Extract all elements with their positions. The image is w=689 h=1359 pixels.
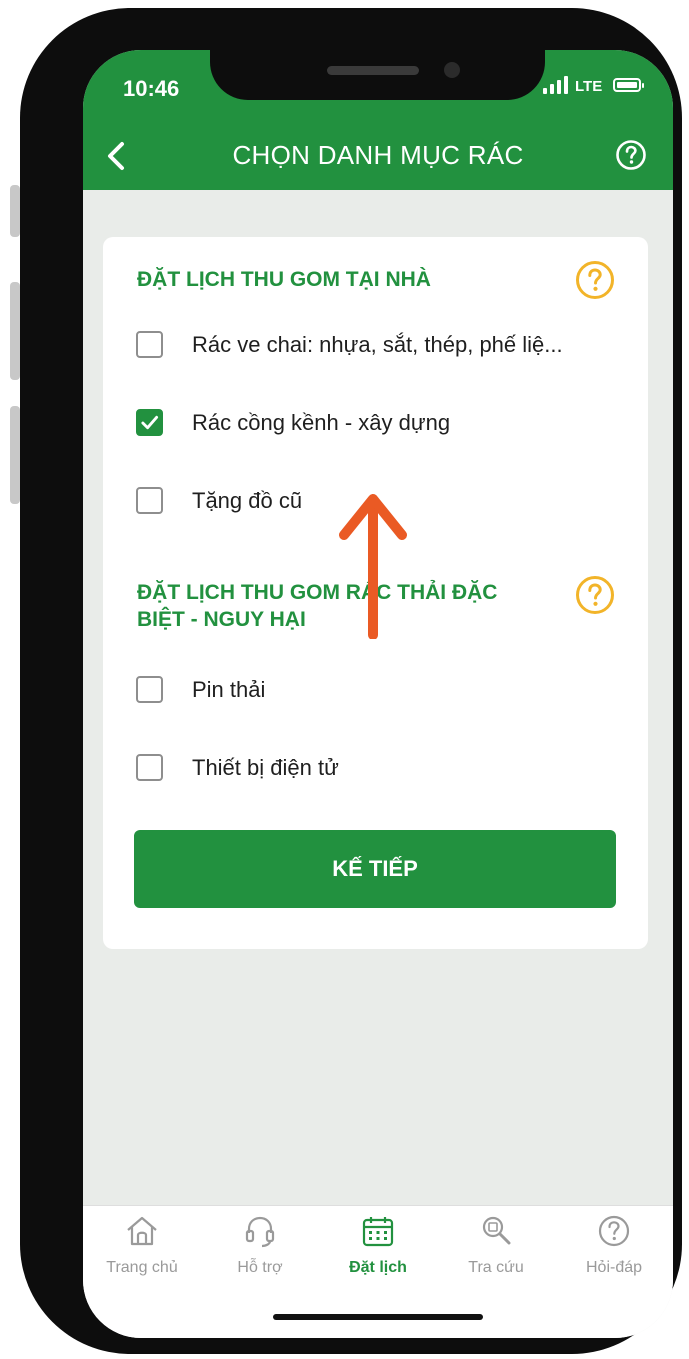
tab-label: Trang chủ <box>106 1259 178 1276</box>
tab-label: Tra cứu <box>468 1259 524 1276</box>
tab-label: Hỏi-đáp <box>585 1259 643 1276</box>
option-label: Tặng đồ cũ <box>192 487 303 513</box>
question-icon <box>598 1215 630 1247</box>
tab-faq[interactable]: Hỏi-đáp <box>555 1206 673 1290</box>
phone-notch <box>210 50 545 100</box>
search-icon <box>482 1216 511 1245</box>
checkbox[interactable] <box>136 676 163 703</box>
question-circle-icon <box>616 140 646 170</box>
checkbox[interactable] <box>136 487 163 514</box>
tab-label: Hỗ trợ <box>237 1259 283 1276</box>
section-title-line: BIỆT - NGUY HẠI <box>137 608 306 631</box>
section-title-hazardous-waste: ĐẶT LỊCH THU GOM RÁC THẢI ĐẶC BIỆT - NGU… <box>137 579 497 633</box>
home-collection-info-button[interactable] <box>575 260 615 300</box>
phone-frame: 10:46 LTE CHỌN DANH MỤC RÁC ĐẶT LỊCH THU… <box>20 8 682 1354</box>
status-time: 10:46 <box>123 76 180 101</box>
headset-icon <box>245 1216 275 1248</box>
checkmark-icon <box>141 415 159 430</box>
back-button[interactable] <box>99 138 135 174</box>
next-button[interactable]: KẾ TIẾP <box>134 830 616 908</box>
home-indicator <box>273 1314 483 1320</box>
option-label: Pin thải <box>192 676 266 702</box>
chevron-left-icon <box>108 142 124 170</box>
option-label: Rác cồng kềnh - xây dựng <box>192 409 451 435</box>
annotation-arrow-icon <box>339 494 407 639</box>
checkbox[interactable] <box>136 409 163 436</box>
speaker-grille <box>327 66 419 75</box>
page-title: CHỌN DANH MỤC RÁC <box>232 140 524 170</box>
silent-switch <box>10 185 20 237</box>
tab-schedule[interactable]: Đặt lịch <box>319 1206 437 1290</box>
front-camera <box>444 62 460 78</box>
volume-down-button <box>10 406 20 504</box>
category-card: ĐẶT LỊCH THU GOM TẠI NHÀ Rác ve chai: nh… <box>103 237 648 949</box>
volume-up-button <box>10 282 20 380</box>
option-donate-used-items[interactable]: Tặng đồ cũ <box>136 487 302 514</box>
checkbox[interactable] <box>136 331 163 358</box>
tab-home[interactable]: Trang chủ <box>83 1206 201 1290</box>
calendar-icon <box>362 1217 394 1247</box>
hazardous-waste-info-button[interactable] <box>575 575 615 615</box>
option-electronic-devices[interactable]: Thiết bị điện tử <box>136 754 339 781</box>
app-header: 10:46 LTE CHỌN DANH MỤC RÁC <box>83 50 673 190</box>
home-icon <box>127 1216 157 1246</box>
section-title-line: ĐẶT LỊCH THU GOM RÁC THẢI ĐẶC <box>137 581 498 604</box>
tab-label: Đặt lịch <box>349 1259 407 1276</box>
signal-icon <box>543 76 568 94</box>
question-circle-icon <box>576 261 614 299</box>
tab-support[interactable]: Hỗ trợ <box>201 1206 319 1290</box>
section-title-home-collection: ĐẶT LỊCH THU GOM TẠI NHÀ <box>137 268 431 291</box>
question-circle-icon <box>576 576 614 614</box>
option-recyclable-waste[interactable]: Rác ve chai: nhựa, sắt, thép, phế liệ... <box>136 331 563 358</box>
network-label: LTE <box>575 78 603 95</box>
checkbox[interactable] <box>136 754 163 781</box>
option-waste-batteries[interactable]: Pin thải <box>136 676 265 703</box>
help-button[interactable] <box>615 139 647 171</box>
option-bulky-construction-waste[interactable]: Rác cồng kềnh - xây dựng <box>136 409 450 436</box>
tab-lookup[interactable]: Tra cứu <box>437 1206 555 1290</box>
option-label: Thiết bị điện tử <box>192 754 339 780</box>
battery-icon <box>613 78 644 92</box>
option-label: Rác ve chai: nhựa, sắt, thép, phế liệ... <box>192 331 563 357</box>
app-screen: 10:46 LTE CHỌN DANH MỤC RÁC ĐẶT LỊCH THU… <box>83 50 673 1338</box>
